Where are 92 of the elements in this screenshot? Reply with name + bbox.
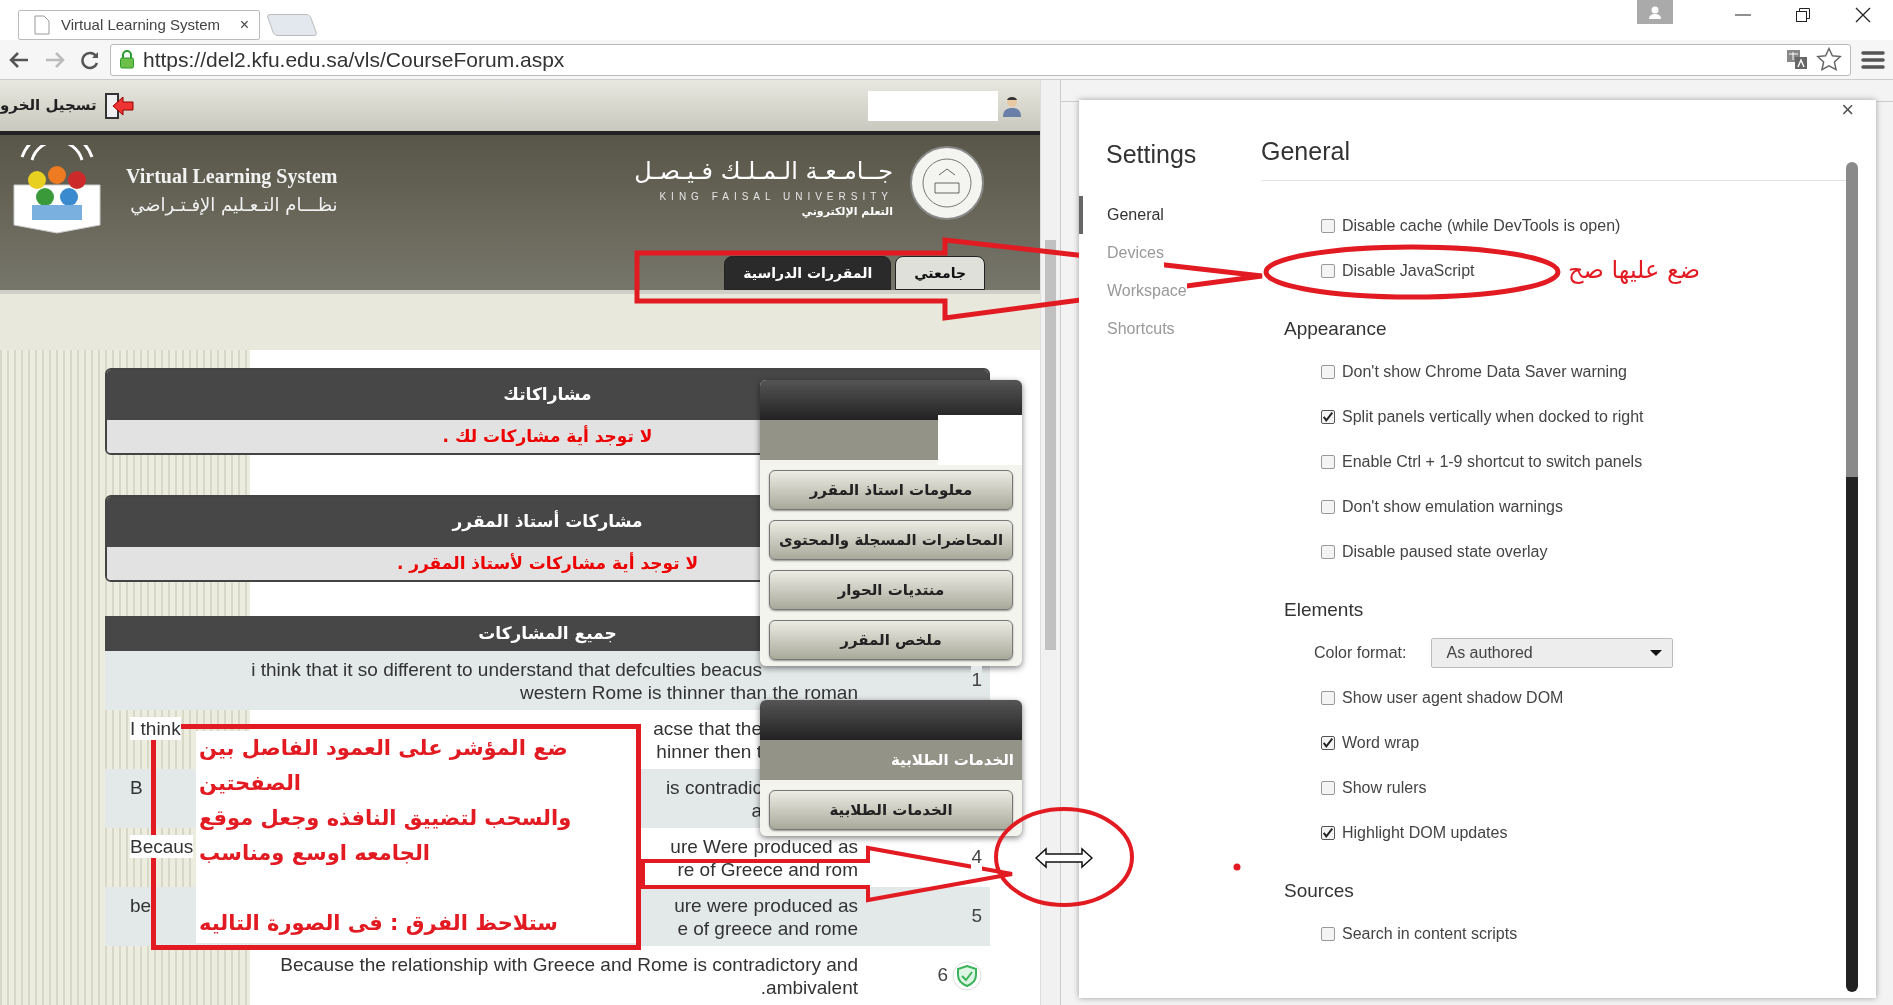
minimize-icon [1735,14,1751,16]
exit-door-icon[interactable] [102,90,135,121]
post-text: Becaus [130,834,194,858]
dialog-title: Settings [1105,139,1198,170]
option-label: Highlight DOM updates [1342,822,1508,843]
logout-link[interactable]: تسجيل الخرو [0,94,97,117]
profile-button[interactable] [1637,0,1673,24]
post-text: western Rome is thinner than the roman [520,680,858,704]
tab-title: Virtual Learning System [61,14,221,35]
brand-subtitle: نظـــام التـعـليم الإفـتـراضي [129,193,338,218]
checkbox[interactable] [1321,218,1335,233]
annotation-text: والسحب لتضييق النافذه وجعل موقع الجامعه اوسع ومناسب [199,805,573,867]
checkbox[interactable] [1321,454,1335,469]
checkbox[interactable] [1321,926,1335,941]
checkbox[interactable] [1321,544,1335,559]
menu-button[interactable]: المحاضرات المسجلة والمحتوى [769,520,1013,560]
option-label: Disable cache (while DevTools is open) [1342,215,1621,236]
settings-nav-item[interactable]: General [1079,195,1164,234]
university-name-english: KING FAISAL UNIVERSITY [659,190,893,204]
post-text: Because the relationship with Greece and Rome is contradictory and [280,952,858,976]
option-label: Word wrap [1342,732,1420,753]
lock-icon [119,50,135,69]
menu-band-label: الخدمات الطلابية [890,749,1014,771]
page-icon [33,15,51,35]
option-label: Don't show emulation warnings [1342,496,1563,517]
option-label: Disable paused state overlay [1342,541,1548,562]
menu-icon [1861,48,1885,71]
star-icon[interactable] [1816,47,1842,72]
tab-close-button[interactable]: × [239,13,249,37]
option-label: Show user agent shadow DOM [1342,687,1564,708]
post-text: ure Were produced as [670,834,858,858]
option-label: Don't show Chrome Data Saver warning [1342,361,1627,382]
checkmark-icon [1322,736,1334,749]
unit-name: التعلم الإلكتروني [801,204,893,220]
group-title: Sources [1283,879,1355,903]
option-label: Disable JavaScript [1342,260,1475,281]
emblem-icon [909,145,985,221]
post-text: I think [130,716,181,740]
option-label: Split panels vertically when docked to right [1342,406,1644,427]
group-title: Elements [1283,598,1365,622]
post-text: is contradic [665,775,762,799]
post-text: i think that it so different to understand that defculties beacus [251,657,762,681]
scrollbar-thumb[interactable] [1045,240,1056,650]
annotation-text: ضع عليها صح [1568,255,1701,286]
option-label: Search in content scripts [1342,923,1518,944]
color-format-select[interactable]: As authored [1431,637,1674,668]
site-tab[interactable]: المقررات الدراسية [724,256,892,290]
brand-title: Virtual Learning System [126,164,338,190]
forward-arrow-icon [44,49,66,70]
back-arrow-icon [8,49,30,70]
checkbox[interactable] [1321,263,1335,278]
shield-icon [952,960,982,991]
post-text: ure were produced as [674,893,858,917]
option-label: Show rulers [1342,777,1427,798]
section-heading: General [1261,136,1351,166]
checkmark-icon [1322,826,1334,839]
dot-mark [1233,863,1241,871]
new-tab-button[interactable] [266,14,318,36]
close-button[interactable]: × [1835,92,1860,127]
browser-tab[interactable]: Virtual Learning System × [18,10,260,40]
checkbox[interactable] [1321,735,1335,750]
menu-button[interactable]: معلومات استاذ المقرر [769,470,1013,510]
menu-button[interactable]: ملخص المقرر [769,620,1013,660]
menu-button[interactable]: الخدمات الطلابية [769,790,1013,830]
checkbox[interactable] [1321,780,1335,795]
checkmark-icon [1322,410,1334,423]
annotation-text: ستلاحظ الفرق : فى الصورة التاليه [199,910,559,937]
post-text: acse that the [653,716,762,740]
person-icon [1648,5,1662,19]
reload-icon [80,49,100,70]
checkbox[interactable] [1321,690,1335,705]
post-text: e of greece and rome [677,916,858,940]
option-label: Enable Ctrl + 1-9 shortcut to switch panels [1342,451,1643,472]
scrollbar[interactable] [1040,80,1060,1005]
university-name: جــامـعـة الـمـلـك فـيـصـل [634,156,893,187]
scrollbar[interactable] [1846,162,1858,992]
checkbox[interactable] [1321,499,1335,514]
menu-button[interactable]: منتديات الحوار [769,570,1013,610]
site-tab[interactable]: جامعتي [895,256,985,290]
caret-icon [1650,649,1663,656]
restore-icon [1795,7,1811,23]
post-text: re of Greece and rom [677,857,858,881]
translate-icon[interactable] [1786,48,1808,71]
annotation-text: ضع المؤشر على العمود الفاصل بين الصفحتين [199,735,569,797]
post-text: .ambivalent [760,975,858,999]
close-icon [1855,7,1871,23]
field-label: Color format: [1314,642,1407,663]
group-title: Appearance [1283,317,1388,341]
checkbox[interactable] [1321,409,1335,424]
checkbox[interactable] [1321,825,1335,840]
user-icon [1002,94,1022,117]
checkbox[interactable] [1321,364,1335,379]
